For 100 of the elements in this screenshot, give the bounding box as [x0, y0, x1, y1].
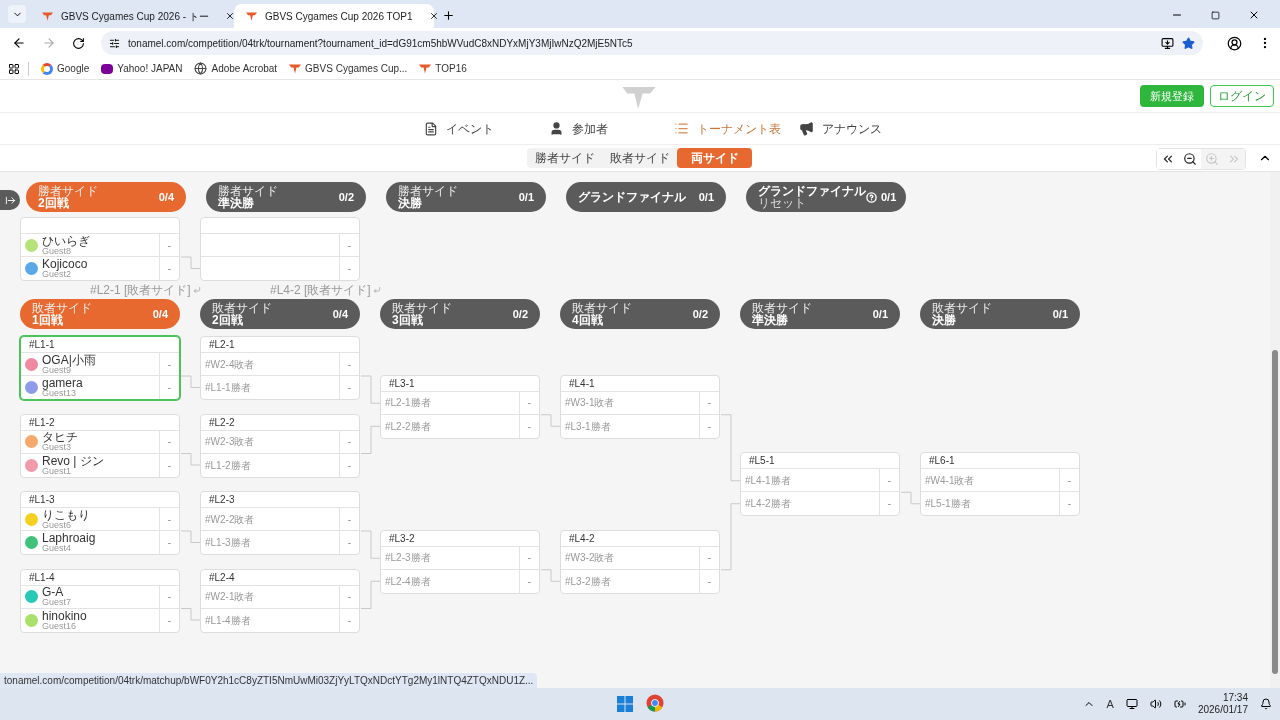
- bookmark[interactable]: Yahoo! JAPAN: [101, 61, 183, 76]
- score: -: [347, 536, 352, 550]
- match-card[interactable]: #L3-1 #L2-1勝者 - #L2-2勝者 -: [380, 374, 540, 439]
- notification-icon[interactable]: [1260, 698, 1272, 710]
- nav-tab[interactable]: イベント: [424, 119, 549, 138]
- slot-placeholder: #W4-1敗者: [925, 473, 975, 488]
- round-progress: 0/4: [332, 306, 348, 322]
- match-card[interactable]: #L1-1 OGA|小雨 Guest9 - gamera Guest13 -: [20, 336, 180, 400]
- match-card[interactable]: #L6-1 #W4-1敗者 - #L5-1勝者 -: [920, 452, 1080, 517]
- match-card[interactable]: #L5-1 #L4-1勝者 - #L4-2勝者 -: [740, 452, 900, 517]
- bookmark-label: GBVS Cygames Cup...: [305, 62, 408, 76]
- round-name: グランドファイナル: [578, 191, 686, 203]
- connector-line: [180, 608, 201, 621]
- ime-indicator[interactable]: A: [1106, 695, 1114, 713]
- bookmark-label: TOP16: [435, 62, 467, 76]
- match-id: #L3-2: [389, 531, 415, 546]
- view-tab[interactable]: 勝者サイド: [527, 148, 602, 168]
- site-logo-icon: [246, 11, 257, 21]
- google-icon: [41, 62, 53, 75]
- match-card[interactable]: #L1-2 タヒチ Guest3 - Revo | ジン Guest1 -: [20, 413, 180, 478]
- match-card[interactable]: #L2-4 #W2-1敗者 - #L1-4勝者 -: [200, 568, 360, 633]
- slot-placeholder: #L2-1勝者: [385, 396, 431, 411]
- nav-tab[interactable]: 参加者: [549, 119, 674, 138]
- nav-tab[interactable]: アナウンス: [799, 119, 924, 138]
- match-card[interactable]: #L1-4 G-A Guest7 - hinokino Guest16 -: [20, 568, 180, 633]
- nav-label: 参加者: [572, 120, 608, 138]
- round-subtitle: リセット: [758, 197, 807, 209]
- close-icon[interactable]: [428, 11, 439, 21]
- close-icon[interactable]: [224, 11, 235, 21]
- match-card[interactable]: #L4-1 #W3-1敗者 - #L3-1勝者 -: [560, 374, 720, 439]
- match-id: #L4-2: [569, 531, 595, 546]
- match-card[interactable]: #L4-2 #W3-2敗者 - #L3-2勝者 -: [560, 529, 720, 594]
- score: -: [347, 262, 352, 276]
- match-card[interactable]: - -: [200, 217, 360, 281]
- match-card[interactable]: #L1-3 りこもり Guest6 - Laphroaig Guest4 -: [20, 491, 180, 555]
- score: -: [347, 613, 352, 628]
- round-progress: 0/1: [698, 189, 714, 205]
- scrollbar[interactable]: [1270, 172, 1280, 688]
- player-name: OGA|小雨: [42, 353, 96, 366]
- bookmark[interactable]: TOP16: [419, 61, 467, 76]
- round-name: 2回戦: [38, 197, 69, 209]
- bookmark[interactable]: Google: [41, 61, 90, 76]
- bookmark-star-icon[interactable]: [1182, 36, 1195, 50]
- reload-icon[interactable]: [72, 36, 85, 50]
- view-tab[interactable]: 敗者サイド: [602, 148, 677, 168]
- match-card[interactable]: #L2-3 #W2-2敗者 - #L1-3勝者 -: [200, 491, 360, 555]
- player-name: Kojicoco: [42, 258, 88, 270]
- windows-start-icon[interactable]: [617, 696, 633, 712]
- match-card[interactable]: ひいらぎ Guest8 - Kojicoco Guest2 -: [20, 217, 180, 281]
- volume-icon[interactable]: [1149, 698, 1162, 710]
- close-icon[interactable]: [1248, 9, 1260, 21]
- score: -: [167, 357, 172, 372]
- round-progress: 0/2: [692, 306, 708, 322]
- connector-line: [720, 503, 741, 571]
- site-logo-icon: [289, 63, 302, 74]
- player-guest-id: Guest8: [42, 246, 72, 256]
- nav-tab[interactable]: トーナメント表: [674, 119, 799, 138]
- slot-placeholder: #W3-2敗者: [565, 551, 615, 566]
- address-bar[interactable]: tonamel.com/competition/04trk/tournament?tournament_id=dG91cm5hbWVudC8xNDYxMjY3MjIwNzQ2MjE5NTc5: [101, 31, 1203, 55]
- expand-side-button[interactable]: [0, 190, 20, 210]
- bookmark[interactable]: GBVS Cygames Cup...: [289, 61, 408, 76]
- match-card[interactable]: #L3-2 #L2-3勝者 - #L2-4勝者 -: [380, 529, 540, 594]
- install-icon[interactable]: [1161, 36, 1174, 50]
- score: -: [347, 238, 352, 253]
- site-settings-icon[interactable]: [109, 37, 120, 49]
- arrow-to-line-icon: [4, 194, 16, 206]
- connector-line: [180, 375, 201, 388]
- player-guest-id: Guest7: [42, 598, 72, 607]
- connector-line: [180, 256, 201, 269]
- browser-app-icon[interactable]: [646, 694, 664, 712]
- clock[interactable]: 17:34 2026/01/17: [1197, 691, 1248, 717]
- round-name: 準決勝: [218, 197, 254, 209]
- browser-tab[interactable]: GBVS Cygames Cup 2026 TOP1: [234, 4, 434, 28]
- profile-icon[interactable]: [1227, 35, 1242, 51]
- score: -: [167, 435, 172, 449]
- apps-icon[interactable]: [8, 62, 20, 75]
- score: -: [527, 551, 532, 566]
- round-progress: 0/2: [512, 306, 528, 322]
- new-tab-icon[interactable]: [442, 9, 455, 22]
- connector-line: [540, 569, 561, 582]
- score: -: [1067, 497, 1072, 512]
- browser-tab[interactable]: GBVS Cygames Cup 2026 - トー: [30, 4, 230, 28]
- score: -: [347, 590, 352, 604]
- match-card[interactable]: #L2-2 #W2-3敗者 - #L1-2勝者 -: [200, 413, 360, 478]
- slot-placeholder: #L4-1勝者: [745, 473, 791, 488]
- back-icon[interactable]: [12, 36, 26, 50]
- player-name: Revo | ジン: [42, 454, 104, 467]
- slot-placeholder: #W3-1敗者: [565, 396, 615, 411]
- help-icon[interactable]: [866, 191, 877, 203]
- score: -: [887, 473, 892, 488]
- login-button[interactable]: ログイン: [1210, 85, 1274, 107]
- bookmark[interactable]: Adobe Acrobat: [194, 61, 278, 76]
- score: -: [347, 458, 352, 473]
- round-name: 3回戦: [392, 314, 423, 326]
- round-name: 2回戦: [212, 314, 243, 326]
- maximize-icon[interactable]: [1211, 10, 1220, 20]
- bookmark-label: Adobe Acrobat: [211, 62, 278, 76]
- player-guest-id: Guest3: [42, 443, 72, 452]
- score: -: [347, 512, 352, 527]
- match-card[interactable]: #L2-1 #W2-4敗者 - #L1-1勝者 -: [200, 336, 360, 400]
